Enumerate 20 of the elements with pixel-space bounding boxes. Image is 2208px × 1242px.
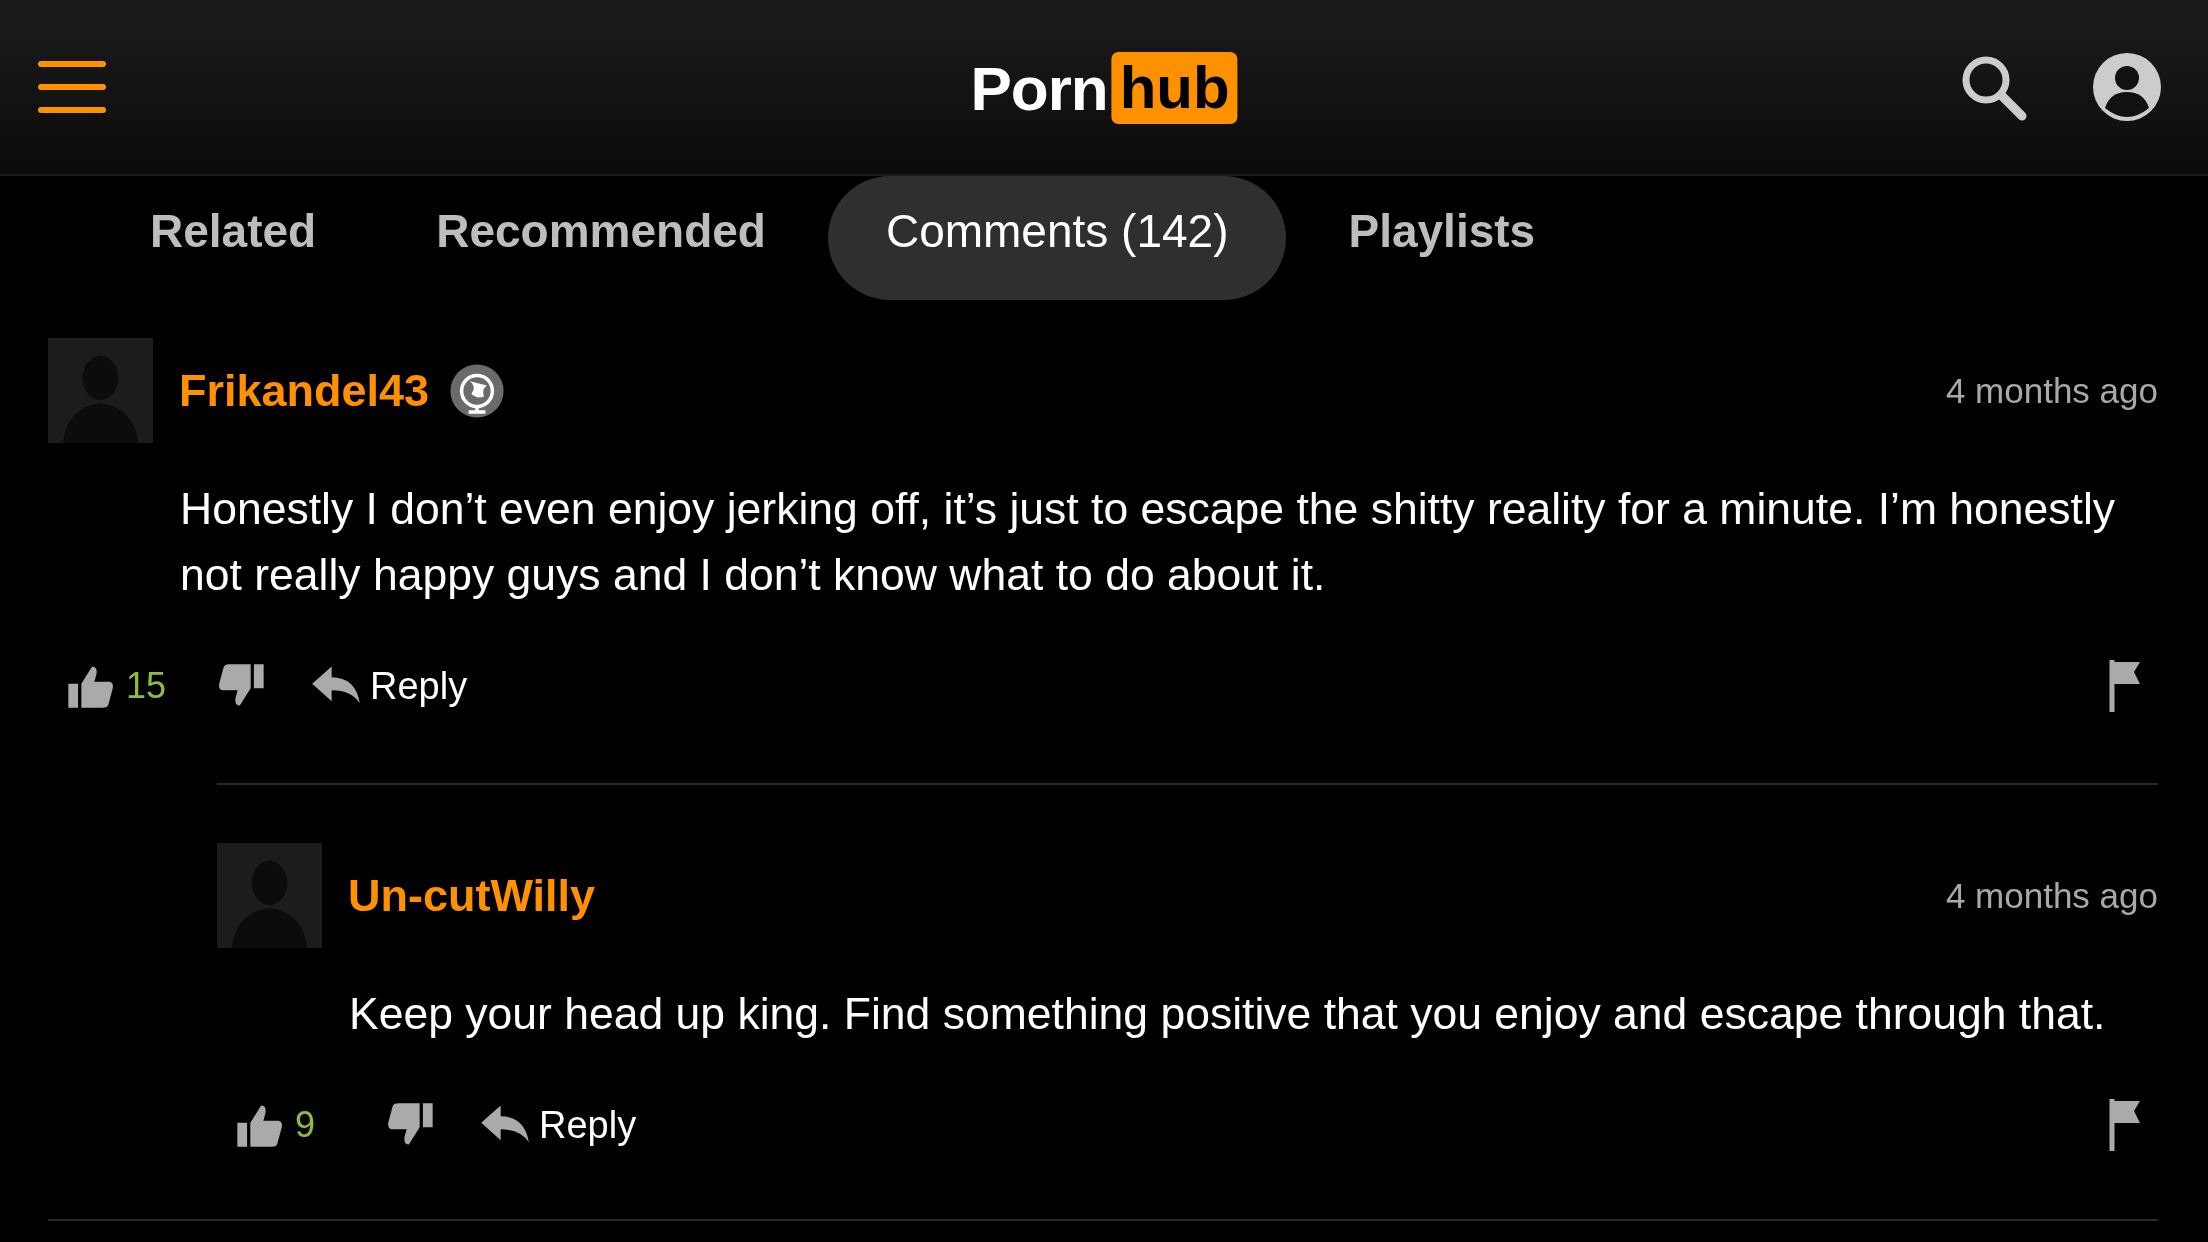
- comment-text: Keep your head up king. Find something positive that you enjoy and escape through that.: [349, 988, 2107, 1040]
- like-count: 9: [295, 1104, 317, 1146]
- comment-time: 4 months ago: [1945, 370, 2158, 411]
- reply-button[interactable]: Reply: [479, 1103, 637, 1147]
- comment-text: Honestly I don’t even enjoy jerking off, it’s just to escape the shitty reality for a minute. I’m honestly not really happy guys and I don’t know what to do about it.: [180, 483, 2117, 601]
- avatar-icon: [48, 338, 153, 443]
- logo-text[interactable]: Porn: [970, 52, 1108, 124]
- tab[interactable]: Comments (142): [827, 176, 1287, 300]
- tab[interactable]: Playlists: [1290, 176, 1594, 300]
- account-icon[interactable]: [2092, 52, 2162, 122]
- menu-icon[interactable]: [38, 59, 106, 115]
- like-count: 15: [126, 665, 168, 707]
- avatar-icon: [217, 843, 322, 948]
- comment-time: 4 months ago: [1945, 875, 2158, 916]
- logo-label[interactable]: hub: [1111, 52, 1238, 124]
- username[interactable]: Frikandel43: [179, 364, 430, 417]
- tab[interactable]: Recommended: [378, 176, 824, 300]
- tab[interactable]: Related: [92, 176, 375, 300]
- username[interactable]: Un-cutWilly: [348, 869, 596, 922]
- reply-button[interactable]: Reply: [310, 664, 468, 708]
